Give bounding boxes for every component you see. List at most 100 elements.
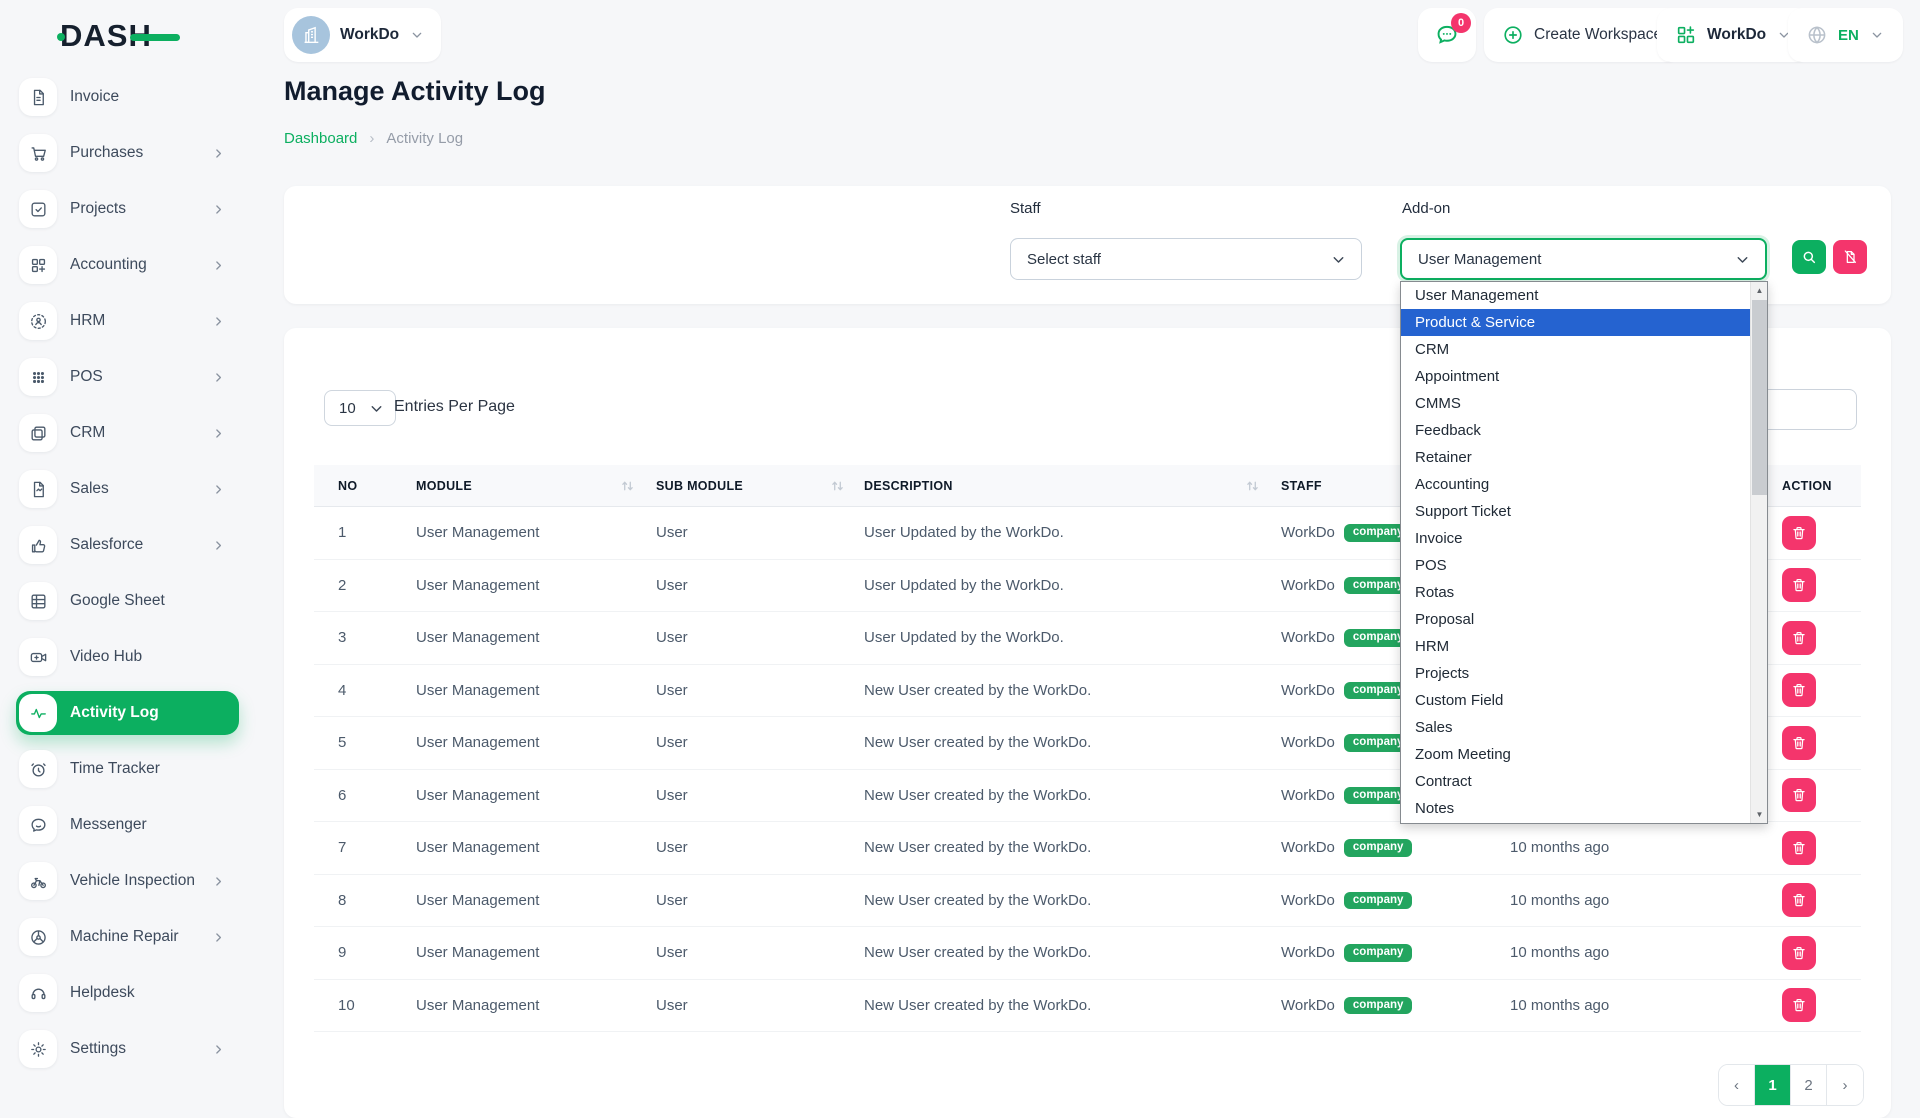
header-cell-module[interactable]: MODULE: [404, 479, 644, 493]
chevron-right-icon: [212, 1043, 225, 1056]
sidebar-item-vehicle-inspection[interactable]: Vehicle Inspection: [16, 859, 239, 903]
create-workspace-button[interactable]: Create Workspace: [1484, 8, 1680, 62]
delete-button[interactable]: [1782, 988, 1816, 1022]
entries-per-page-select[interactable]: 10: [324, 390, 396, 426]
dropdown-option-appointment[interactable]: Appointment: [1401, 363, 1750, 390]
delete-button[interactable]: [1782, 621, 1816, 655]
scroll-down-arrow[interactable]: ▼: [1751, 806, 1768, 823]
page-button[interactable]: ‹: [1719, 1065, 1755, 1105]
delete-button[interactable]: [1782, 568, 1816, 602]
dropdown-option-accounting[interactable]: Accounting: [1401, 471, 1750, 498]
sidebar-item-settings[interactable]: Settings: [16, 1027, 239, 1071]
workspace-switcher[interactable]: WorkDo: [284, 8, 441, 62]
dropdown-option-crm[interactable]: CRM: [1401, 336, 1750, 363]
dropdown-option-pos[interactable]: POS: [1401, 552, 1750, 579]
sidebar-item-activity-log[interactable]: Activity Log: [16, 691, 239, 735]
header-cell-action[interactable]: ACTION: [1774, 479, 1861, 493]
staff-select[interactable]: Select staff: [1010, 238, 1362, 280]
accounting-icon: [29, 256, 48, 275]
header-cell-description[interactable]: DESCRIPTION: [854, 479, 1269, 493]
trash-icon: [1791, 630, 1807, 646]
dropdown-option-product-service[interactable]: Product & Service: [1401, 309, 1750, 336]
table-row-10: 10 User Management User New User created…: [314, 980, 1861, 1033]
delete-button[interactable]: [1782, 726, 1816, 760]
chevron-right-icon: [212, 371, 225, 384]
dropdown-option-support-ticket[interactable]: Support Ticket: [1401, 498, 1750, 525]
page-button[interactable]: ›: [1827, 1065, 1863, 1105]
delete-button[interactable]: [1782, 936, 1816, 970]
company-badge: company: [1344, 944, 1413, 962]
sidebar-item-time-tracker[interactable]: Time Tracker: [16, 747, 239, 791]
dropdown-option-zoom-meeting[interactable]: Zoom Meeting: [1401, 741, 1750, 768]
cell-action: [1774, 988, 1861, 1022]
dropdown-option-feedback[interactable]: Feedback: [1401, 417, 1750, 444]
page-button-2[interactable]: 2: [1791, 1065, 1827, 1105]
sidebar-item-label: Accounting: [70, 256, 147, 274]
dropdown-option-proposal[interactable]: Proposal: [1401, 606, 1750, 633]
dropdown-option-cmms[interactable]: CMMS: [1401, 390, 1750, 417]
header-cell-no[interactable]: NO: [314, 479, 404, 493]
sidebar-item-sales[interactable]: Sales: [16, 467, 239, 511]
sidebar-item-label: HRM: [70, 312, 105, 330]
projects-icon: [29, 200, 48, 219]
sidebar-item-crm[interactable]: CRM: [16, 411, 239, 455]
sidebar-item-video-hub[interactable]: Video Hub: [16, 635, 239, 679]
cell-description: New User created by the WorkDo.: [854, 839, 1269, 856]
workspace-name: WorkDo: [340, 26, 399, 44]
dropdown-option-hrm[interactable]: HRM: [1401, 633, 1750, 660]
sidebar-item-salesforce[interactable]: Salesforce: [16, 523, 239, 567]
entries-per-page-label: Entries Per Page: [394, 398, 515, 416]
sidebar-item-purchases[interactable]: Purchases: [16, 131, 239, 175]
dropdown-option-sales[interactable]: Sales: [1401, 714, 1750, 741]
header-cell-sub-module[interactable]: SUB MODULE: [644, 479, 854, 493]
sidebar-item-accounting[interactable]: Accounting: [16, 243, 239, 287]
sidebar-item-machine-repair[interactable]: Machine Repair: [16, 915, 239, 959]
delete-button[interactable]: [1782, 673, 1816, 707]
addon-select-value: User Management: [1418, 251, 1541, 268]
scroll-thumb[interactable]: [1752, 300, 1767, 495]
sidebar-item-hrm[interactable]: HRM: [16, 299, 239, 343]
clear-filter-button[interactable]: [1833, 240, 1867, 274]
delete-button[interactable]: [1782, 778, 1816, 812]
addon-dropdown-list: User Management Product & Service CRM Ap…: [1401, 282, 1750, 823]
dropdown-option-custom-field[interactable]: Custom Field: [1401, 687, 1750, 714]
sidebar-item-messenger[interactable]: Messenger: [16, 803, 239, 847]
trash-icon: [1791, 892, 1807, 908]
dropdown-option-retainer[interactable]: Retainer: [1401, 444, 1750, 471]
dropdown-option-invoice[interactable]: Invoice: [1401, 525, 1750, 552]
sidebar-item-google-sheet[interactable]: Google Sheet: [16, 579, 239, 623]
delete-button[interactable]: [1782, 516, 1816, 550]
dropdown-option-contract[interactable]: Contract: [1401, 768, 1750, 795]
helpdesk-icon: [29, 984, 48, 1003]
breadcrumb-link-dashboard[interactable]: Dashboard: [284, 130, 357, 147]
sidebar-item-label: Machine Repair: [70, 928, 179, 946]
delete-button[interactable]: [1782, 831, 1816, 865]
sidebar-item-label: Video Hub: [70, 648, 142, 666]
sidebar-item-label: CRM: [70, 424, 105, 442]
trash-icon: [1791, 787, 1807, 803]
messenger-icon: [29, 816, 48, 835]
addon-select[interactable]: User Management: [1400, 238, 1767, 280]
dropdown-option-projects[interactable]: Projects: [1401, 660, 1750, 687]
sidebar-item-helpdesk[interactable]: Helpdesk: [16, 971, 239, 1015]
cell-action: [1774, 568, 1861, 602]
cell-action: [1774, 883, 1861, 917]
scroll-up-arrow[interactable]: ▲: [1751, 282, 1768, 299]
sidebar-item-invoice[interactable]: Invoice: [16, 75, 239, 119]
cell-module: User Management: [404, 997, 644, 1014]
cell-sub-module: User: [644, 734, 854, 751]
dropdown-scrollbar[interactable]: ▲ ▼: [1750, 282, 1767, 823]
breadcrumb-current: Activity Log: [386, 130, 463, 147]
chat-button[interactable]: 0: [1418, 8, 1476, 62]
search-button[interactable]: [1792, 240, 1826, 274]
delete-button[interactable]: [1782, 883, 1816, 917]
dropdown-option-rotas[interactable]: Rotas: [1401, 579, 1750, 606]
sidebar-item-pos[interactable]: POS: [16, 355, 239, 399]
page-button-1[interactable]: 1: [1755, 1065, 1791, 1105]
language-selector[interactable]: EN: [1788, 8, 1903, 62]
dropdown-option-notes[interactable]: Notes: [1401, 795, 1750, 822]
sidebar-item-projects[interactable]: Projects: [16, 187, 239, 231]
sidebar-item-label: Vehicle Inspection: [70, 872, 195, 890]
cell-description: New User created by the WorkDo.: [854, 997, 1269, 1014]
dropdown-option-user-management[interactable]: User Management: [1401, 282, 1750, 309]
